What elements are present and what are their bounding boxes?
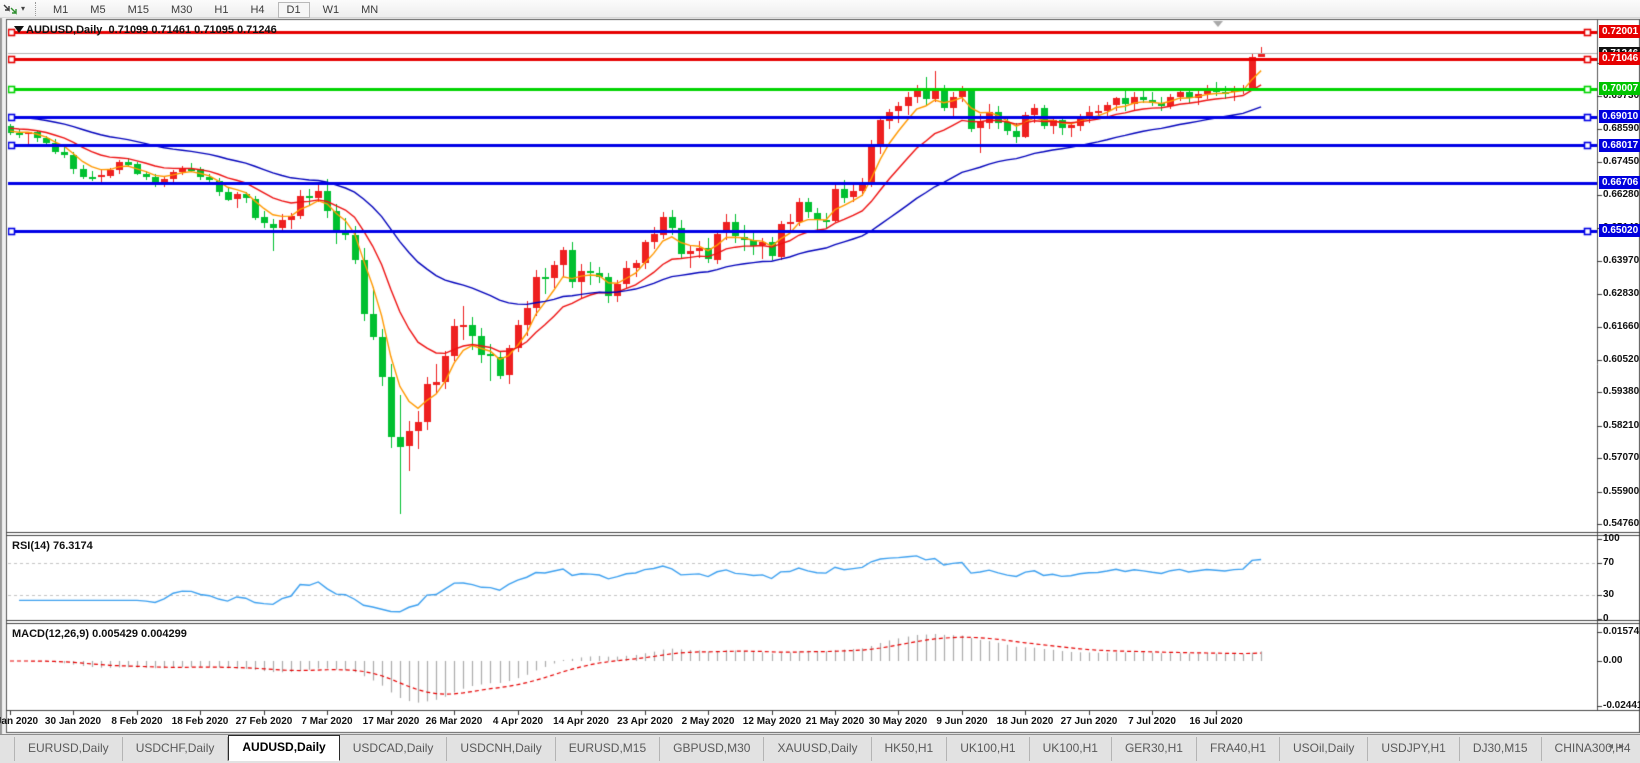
price-tick-label: 0.66280	[1603, 189, 1640, 200]
macd-tick-label: 0.00	[1603, 655, 1623, 666]
price-line-badge: 0.71046	[1599, 52, 1640, 65]
chart-title: AUDUSD,Daily 0.71099 0.71461 0.71095 0.7…	[26, 24, 277, 36]
chart-tab-usdchf-daily[interactable]: USDCHF,Daily	[123, 737, 229, 761]
chart-tab-usdcad-daily[interactable]: USDCAD,Daily	[340, 737, 448, 761]
date-axis-label: 12 May 2020	[742, 716, 802, 727]
price-line-badge: 0.68017	[1599, 139, 1640, 152]
date-axis-label: 16 Jul 2020	[1189, 716, 1243, 727]
date-axis-label: 30 May 2020	[868, 716, 928, 727]
timeframe-button-h4[interactable]: H4	[241, 2, 273, 18]
toolbar-separator	[35, 1, 37, 16]
timeframe-button-mn[interactable]: MN	[352, 2, 387, 18]
chart-tab-uk100-h1[interactable]: UK100,H1	[947, 737, 1030, 761]
price-tick-label: 0.57070	[1603, 452, 1640, 463]
date-axis-label: 4 Apr 2020	[492, 716, 544, 727]
date-axis-label: 23 Apr 2020	[617, 716, 673, 727]
timeframe-toolbar: ▾ M1 M5 M15 M30 H1 H4 D1 W1 MN	[0, 0, 1640, 18]
price-line-badge: 0.69010	[1599, 110, 1640, 123]
price-line-badge: 0.65020	[1599, 224, 1640, 237]
price-tick-label: 0.67450	[1603, 156, 1640, 167]
price-tick-label: 0.59380	[1603, 386, 1640, 397]
price-tick-label: 0.63970	[1603, 255, 1640, 266]
date-axis-label: 27 Jun 2020	[1060, 716, 1118, 727]
macd-indicator-label: MACD(12,26,9) 0.005429 0.004299	[12, 628, 187, 640]
price-line-badge: 0.72001	[1599, 25, 1640, 38]
chart-tab-eurusd-m15[interactable]: EURUSD,M15	[556, 737, 661, 761]
date-axis-label: 26 Mar 2020	[425, 716, 483, 727]
chart-tab-usoil-daily[interactable]: USOil,Daily	[1280, 737, 1369, 761]
price-tick-label: 0.54760	[1603, 518, 1640, 529]
date-axis-label: 21 May 2020	[805, 716, 865, 727]
price-chart-canvas[interactable]	[0, 0, 1640, 763]
price-tick-label: 0.55900	[1603, 486, 1640, 497]
chart-tool-icon[interactable]	[2, 1, 20, 17]
chart-tab-eurusd-daily[interactable]: EURUSD,Daily	[14, 737, 123, 761]
date-axis-label: 14 Apr 2020	[553, 716, 609, 727]
timeframe-button-h1[interactable]: H1	[205, 2, 237, 18]
tab-nav-arrows: ◂▸	[1608, 741, 1630, 752]
price-tick-label: 0.61660	[1603, 321, 1640, 332]
rsi-tick-label: 0	[1603, 613, 1609, 624]
chevron-down-icon[interactable]: ▾	[21, 4, 25, 13]
rsi-tick-label: 30	[1603, 589, 1615, 600]
rsi-tick-label: 100	[1603, 533, 1620, 544]
price-line-badge: 0.66706	[1599, 176, 1640, 189]
chart-tab-ger30-h1[interactable]: GER30,H1	[1112, 737, 1197, 761]
date-axis-label: 18 Jun 2020	[996, 716, 1054, 727]
price-tick-label: 0.60520	[1603, 354, 1640, 365]
date-axis-label: 8 Feb 2020	[111, 716, 163, 727]
chart-symbol-label: AUDUSD,Daily	[26, 24, 103, 36]
chart-tab-uk100-h1[interactable]: UK100,H1	[1030, 737, 1112, 761]
date-axis-label: 2 May 2020	[681, 716, 735, 727]
macd-tick-label: 0.015741	[1603, 626, 1640, 637]
price-line-badge: 0.70007	[1599, 82, 1640, 95]
timeframe-button-m15[interactable]: M15	[119, 2, 158, 18]
timeframe-buttons: M1 M5 M15 M30 H1 H4 D1 W1 MN	[42, 0, 389, 18]
rsi-indicator-label: RSI(14) 76.3174	[12, 540, 93, 552]
date-axis-label: 9 Jun 2020	[936, 716, 988, 727]
chart-tab-dj30-m15[interactable]: DJ30,M15	[1460, 737, 1542, 761]
date-axis-label: 21 Jan 2020	[0, 716, 39, 727]
chart-tab-usdjpy-h1[interactable]: USDJPY,H1	[1368, 737, 1460, 761]
price-tick-label: 0.62830	[1603, 288, 1640, 299]
chart-tab-audusd-daily[interactable]: AUDUSD,Daily	[228, 735, 340, 761]
timeframe-button-m1[interactable]: M1	[44, 2, 77, 18]
timeframe-button-m5[interactable]: M5	[81, 2, 114, 18]
chart-tab-hk50-h1[interactable]: HK50,H1	[872, 737, 948, 761]
date-axis-label: 17 Mar 2020	[362, 716, 420, 727]
chart-tab-gbpusd-m30[interactable]: GBPUSD,M30	[660, 737, 765, 761]
symbol-marker-icon	[14, 26, 24, 33]
chart-tabs: EURUSD,Daily USDCHF,Daily AUDUSD,Daily USDC…	[0, 735, 1640, 761]
date-axis-label: 30 Jan 2020	[44, 716, 102, 727]
chart-tab-fra40-h1[interactable]: FRA40,H1	[1197, 737, 1281, 761]
chart-tab-xauusd-daily[interactable]: XAUUSD,Daily	[764, 737, 872, 761]
date-axis-label: 18 Feb 2020	[171, 716, 229, 727]
terminal-window: ▾ M1 M5 M15 M30 H1 H4 D1 W1 MN AUDUSD,Daily 0.71…	[0, 0, 1640, 763]
date-axis-label: 27 Feb 2020	[235, 716, 293, 727]
tab-scroll-right-icon[interactable]: ▸	[1619, 741, 1630, 752]
date-axis-label: 7 Jul 2020	[1128, 716, 1176, 727]
chart-tab-bar: EURUSD,Daily USDCHF,Daily AUDUSD,Daily USDC…	[0, 734, 1640, 763]
date-axis-label: 7 Mar 2020	[301, 716, 353, 727]
price-tick-label: 0.68590	[1603, 123, 1640, 134]
rsi-tick-label: 70	[1603, 557, 1615, 568]
macd-tick-label: -0.024412	[1603, 700, 1640, 711]
chart-ohlc-values: 0.71099 0.71461 0.71095 0.71246	[108, 24, 277, 36]
timeframe-button-d1[interactable]: D1	[277, 1, 310, 18]
tab-scroll-left-icon[interactable]: ◂	[1608, 741, 1619, 752]
timeframe-button-w1[interactable]: W1	[314, 2, 349, 18]
price-tick-label: 0.58210	[1603, 420, 1640, 431]
timeframe-button-m30[interactable]: M30	[162, 2, 201, 18]
chart-tab-usdcnh-daily[interactable]: USDCNH,Daily	[447, 737, 556, 761]
